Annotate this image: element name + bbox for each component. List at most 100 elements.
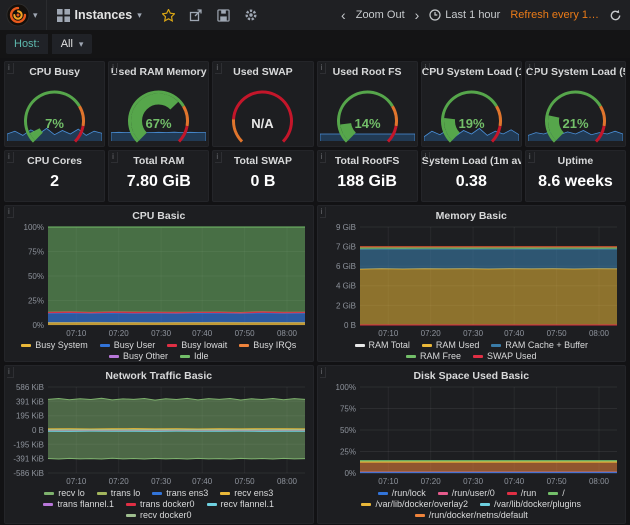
info-icon[interactable]: i [111, 152, 118, 163]
legend-item[interactable]: trans docker0 [126, 499, 195, 509]
legend-item[interactable]: Idle [180, 351, 209, 361]
info-icon[interactable]: i [320, 63, 327, 74]
info-icon[interactable]: i [111, 63, 118, 74]
panel-title[interactable]: Total RAM [109, 151, 208, 167]
info-icon[interactable]: i [320, 207, 327, 218]
legend-item[interactable]: /var/lib/docker/overlay2 [361, 499, 468, 509]
svg-text:-195 KiB: -195 KiB [13, 440, 44, 449]
panel-title[interactable]: Total RootFS [318, 151, 417, 167]
svg-text:67%: 67% [146, 116, 172, 131]
legend-item[interactable]: / [548, 488, 565, 498]
time-back-button[interactable]: ‹ [341, 8, 346, 22]
svg-text:07:30: 07:30 [151, 477, 172, 486]
panel-cpu-busy: i CPU Busy 7% [4, 61, 105, 147]
info-icon[interactable]: i [7, 367, 14, 378]
panel-title[interactable]: CPU Busy [5, 62, 104, 78]
info-icon[interactable]: i [528, 63, 535, 74]
legend-item[interactable]: recv lo [44, 488, 85, 498]
legend-swatch [438, 492, 448, 495]
info-icon[interactable]: i [528, 152, 535, 163]
legend-item[interactable]: trans ens3 [152, 488, 208, 498]
svg-text:9 GiB: 9 GiB [336, 223, 356, 232]
panel-cpu-basic: i CPU Basic 0%25%50%75%100%07:1007:2007:… [4, 205, 314, 362]
svg-text:07:10: 07:10 [379, 477, 400, 486]
legend-item[interactable]: /run/docker/netns/default [415, 510, 528, 520]
legend-label: trans lo [111, 488, 141, 498]
svg-text:07:10: 07:10 [66, 477, 87, 486]
info-icon[interactable]: i [215, 152, 222, 163]
info-icon[interactable]: i [424, 63, 431, 74]
panel-title[interactable]: Network Traffic Basic [5, 366, 313, 382]
host-variable-value: All [61, 38, 73, 50]
share-button[interactable] [189, 8, 203, 22]
svg-text:50%: 50% [340, 426, 356, 435]
legend-item[interactable]: trans lo [97, 488, 141, 498]
network-traffic-chart[interactable]: 586 KiB391 KiB195 KiB0 B-195 KiB-391 KiB… [8, 382, 310, 488]
legend-swatch [21, 344, 31, 347]
panel-title[interactable]: Used Root FS [318, 62, 417, 78]
panel-disk-space: i Disk Space Used Basic 0%25%50%75%100%0… [317, 365, 627, 524]
host-variable-dropdown[interactable]: All ▾ [52, 34, 93, 54]
legend-item[interactable]: RAM Free [406, 351, 461, 361]
info-icon[interactable]: i [320, 152, 327, 163]
stat-row: i CPU Cores 2 i Total RAM 7.80 GiB i Tot… [4, 150, 626, 202]
panel-title[interactable]: System Load (1m avg) [422, 151, 521, 167]
legend-item[interactable]: /run/user/0 [438, 488, 495, 498]
sysload-1m-gauge: 19% [424, 78, 519, 144]
legend-item[interactable]: trans flannel.1 [43, 499, 114, 509]
panel-title[interactable]: CPU System Load (5m avg) [526, 62, 625, 78]
star-button[interactable] [162, 9, 175, 22]
info-icon[interactable]: i [7, 63, 14, 74]
legend-item[interactable]: Busy Iowait [167, 340, 227, 350]
memory-basic-chart[interactable]: 0 B2 GiB4 GiB6 GiB7 GiB9 GiB07:1007:2007… [320, 222, 622, 340]
panel-title[interactable]: Uptime [526, 151, 625, 167]
zoom-out-button[interactable]: Zoom Out [356, 9, 405, 21]
legend-item[interactable]: /var/lib/docker/plugins [480, 499, 581, 509]
legend-item[interactable]: Busy User [100, 340, 156, 350]
legend-item[interactable]: /run/lock [378, 488, 426, 498]
panel-memory-basic: i Memory Basic 0 B2 GiB4 GiB6 GiB7 GiB9 … [317, 205, 627, 362]
panel-title[interactable]: Total SWAP [213, 151, 312, 167]
info-icon[interactable]: i [7, 207, 14, 218]
time-range-button[interactable]: Last 1 hour [429, 9, 500, 21]
info-icon[interactable]: i [7, 152, 14, 163]
svg-text:6 GiB: 6 GiB [336, 262, 356, 271]
legend-item[interactable]: recv ens3 [220, 488, 273, 498]
info-icon[interactable]: i [320, 367, 327, 378]
disk-space-chart[interactable]: 0%25%50%75%100%07:1007:2007:3007:4007:50… [320, 382, 622, 488]
settings-button[interactable] [244, 8, 258, 22]
legend-item[interactable]: SWAP Used [473, 351, 537, 361]
panel-title[interactable]: CPU Basic [5, 206, 313, 222]
legend-swatch [180, 355, 190, 358]
legend-item[interactable]: RAM Cache + Buffer [491, 340, 588, 350]
panel-title[interactable]: Memory Basic [318, 206, 626, 222]
svg-text:07:20: 07:20 [108, 477, 129, 486]
panel-title[interactable]: Used SWAP [213, 62, 312, 78]
info-icon[interactable]: i [215, 63, 222, 74]
grafana-logo-button[interactable]: ▾ [4, 0, 47, 30]
info-icon[interactable]: i [424, 152, 431, 163]
svg-text:N/A: N/A [252, 116, 275, 131]
legend-item[interactable]: RAM Total [355, 340, 410, 350]
refresh-interval-button[interactable]: Refresh every 1… [510, 9, 599, 21]
refresh-button[interactable] [609, 9, 622, 22]
save-button[interactable] [217, 9, 230, 22]
panel-title[interactable]: CPU System Load (1m avg) [422, 62, 521, 78]
time-forward-button[interactable]: › [415, 8, 420, 22]
stat-value: 0.38 [422, 173, 521, 191]
legend-item[interactable]: /run [507, 488, 537, 498]
dashboard-title-dropdown[interactable]: Instances ▾ [47, 8, 152, 22]
legend-swatch [480, 503, 490, 506]
panel-title[interactable]: Disk Space Used Basic [318, 366, 626, 382]
legend-label: SWAP Used [487, 351, 537, 361]
panel-title[interactable]: CPU Cores [5, 151, 104, 167]
svg-text:391 KiB: 391 KiB [16, 397, 44, 406]
legend-item[interactable]: Busy IRQs [239, 340, 296, 350]
legend-item[interactable]: Busy System [21, 340, 88, 350]
legend-item[interactable]: recv flannel.1 [207, 499, 275, 509]
legend-item[interactable]: recv docker0 [126, 510, 192, 520]
legend-item[interactable]: Busy Other [109, 351, 168, 361]
legend-item[interactable]: RAM Used [422, 340, 480, 350]
cpu-basic-chart[interactable]: 0%25%50%75%100%07:1007:2007:3007:4007:50… [8, 222, 310, 340]
panel-title[interactable]: Used RAM Memory [109, 62, 208, 78]
